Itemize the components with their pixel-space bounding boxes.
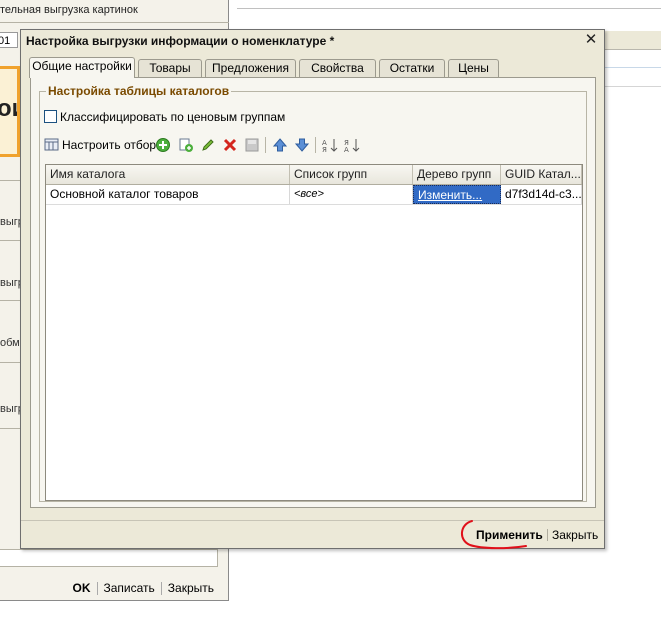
divider	[600, 86, 661, 87]
background-field[interactable]: 01	[0, 32, 18, 48]
banner-text: ои	[0, 95, 17, 123]
sort-asc-icon[interactable]: A Я	[322, 137, 338, 153]
tab-properties[interactable]: Свойства	[299, 59, 376, 77]
divider	[0, 22, 229, 23]
filter-settings-icon	[44, 138, 59, 151]
catalog-name-cell[interactable]: Основной каталог товаров	[46, 185, 290, 204]
background-banner: ои	[0, 66, 20, 157]
tab-stock[interactable]: Остатки	[379, 59, 445, 77]
dialog-title: Настройка выгрузки информации о номенкла…	[26, 34, 335, 48]
background-list-item[interactable]: выгр	[0, 277, 22, 289]
delete-icon[interactable]	[222, 137, 238, 153]
filter-settings-label: Настроить отбор	[62, 138, 157, 152]
tab-prices[interactable]: Цены	[448, 59, 499, 77]
catalog-table[interactable]: Имя каталога Список групп Дерево групп G…	[45, 164, 583, 501]
background-header-strip	[600, 31, 661, 50]
group-tree-cell[interactable]: Изменить...	[413, 185, 501, 204]
background-list-item[interactable]: выгр	[0, 403, 22, 415]
checkbox[interactable]	[44, 110, 57, 124]
column-header-catalog-name[interactable]: Имя каталога	[46, 165, 290, 184]
add-icon[interactable]	[155, 137, 171, 153]
column-header-group-tree[interactable]: Дерево групп	[413, 165, 501, 184]
divider	[547, 529, 548, 541]
annotation-mark	[461, 520, 527, 550]
settings-dialog: Настройка выгрузки информации о номенкла…	[20, 29, 605, 549]
background-list-item[interactable]: обм	[0, 337, 22, 349]
background-window-title: тельная выгрузка картинок	[0, 4, 138, 16]
svg-text:A: A	[344, 146, 349, 153]
divider	[315, 137, 316, 153]
save-button[interactable]: Записать	[98, 581, 161, 595]
tab-products[interactable]: Товары	[138, 59, 202, 77]
tab-general-settings[interactable]: Общие настройки	[29, 57, 135, 78]
svg-text:Я: Я	[322, 146, 327, 153]
edit-icon[interactable]	[200, 137, 216, 153]
sort-desc-icon[interactable]: Я A	[344, 137, 360, 153]
ok-button[interactable]: OK	[67, 581, 97, 595]
divider	[600, 67, 661, 68]
move-up-icon[interactable]	[272, 137, 288, 153]
background-button-bar: OK Записать Закрыть	[67, 580, 221, 596]
tab-panel-general: Настройка таблицы каталогов Классифициро…	[30, 77, 596, 508]
copy-icon[interactable]	[178, 137, 194, 153]
group-list-cell[interactable]: <все>	[290, 185, 413, 204]
save-icon	[245, 138, 259, 152]
catalog-guid-cell[interactable]: d7f3d14d-c3...	[501, 185, 582, 204]
table-header: Имя каталога Список групп Дерево групп G…	[46, 165, 582, 185]
classify-by-price-groups[interactable]: Классифицировать по ценовым группам	[44, 109, 285, 125]
move-down-icon[interactable]	[294, 137, 310, 153]
background-input[interactable]	[0, 549, 218, 567]
checkbox-label: Классифицировать по ценовым группам	[60, 110, 286, 124]
close-button[interactable]: Закрыть	[162, 581, 220, 595]
divider	[265, 137, 266, 153]
table-row[interactable]: Основной каталог товаров <все> Изменить.…	[46, 185, 582, 205]
close-button[interactable]: Закрыть	[552, 528, 598, 542]
background-list-item[interactable]: выгр	[0, 216, 22, 228]
column-header-group-list[interactable]: Список групп	[290, 165, 413, 184]
catalog-table-group: Настройка таблицы каталогов Классифициро…	[39, 84, 587, 502]
close-icon[interactable]: ✕	[584, 32, 598, 48]
group-title: Настройка таблицы каталогов	[46, 84, 232, 98]
tab-offers[interactable]: Предложения	[205, 59, 296, 77]
column-header-catalog-guid[interactable]: GUID Катал...	[501, 165, 582, 184]
divider	[237, 8, 661, 9]
